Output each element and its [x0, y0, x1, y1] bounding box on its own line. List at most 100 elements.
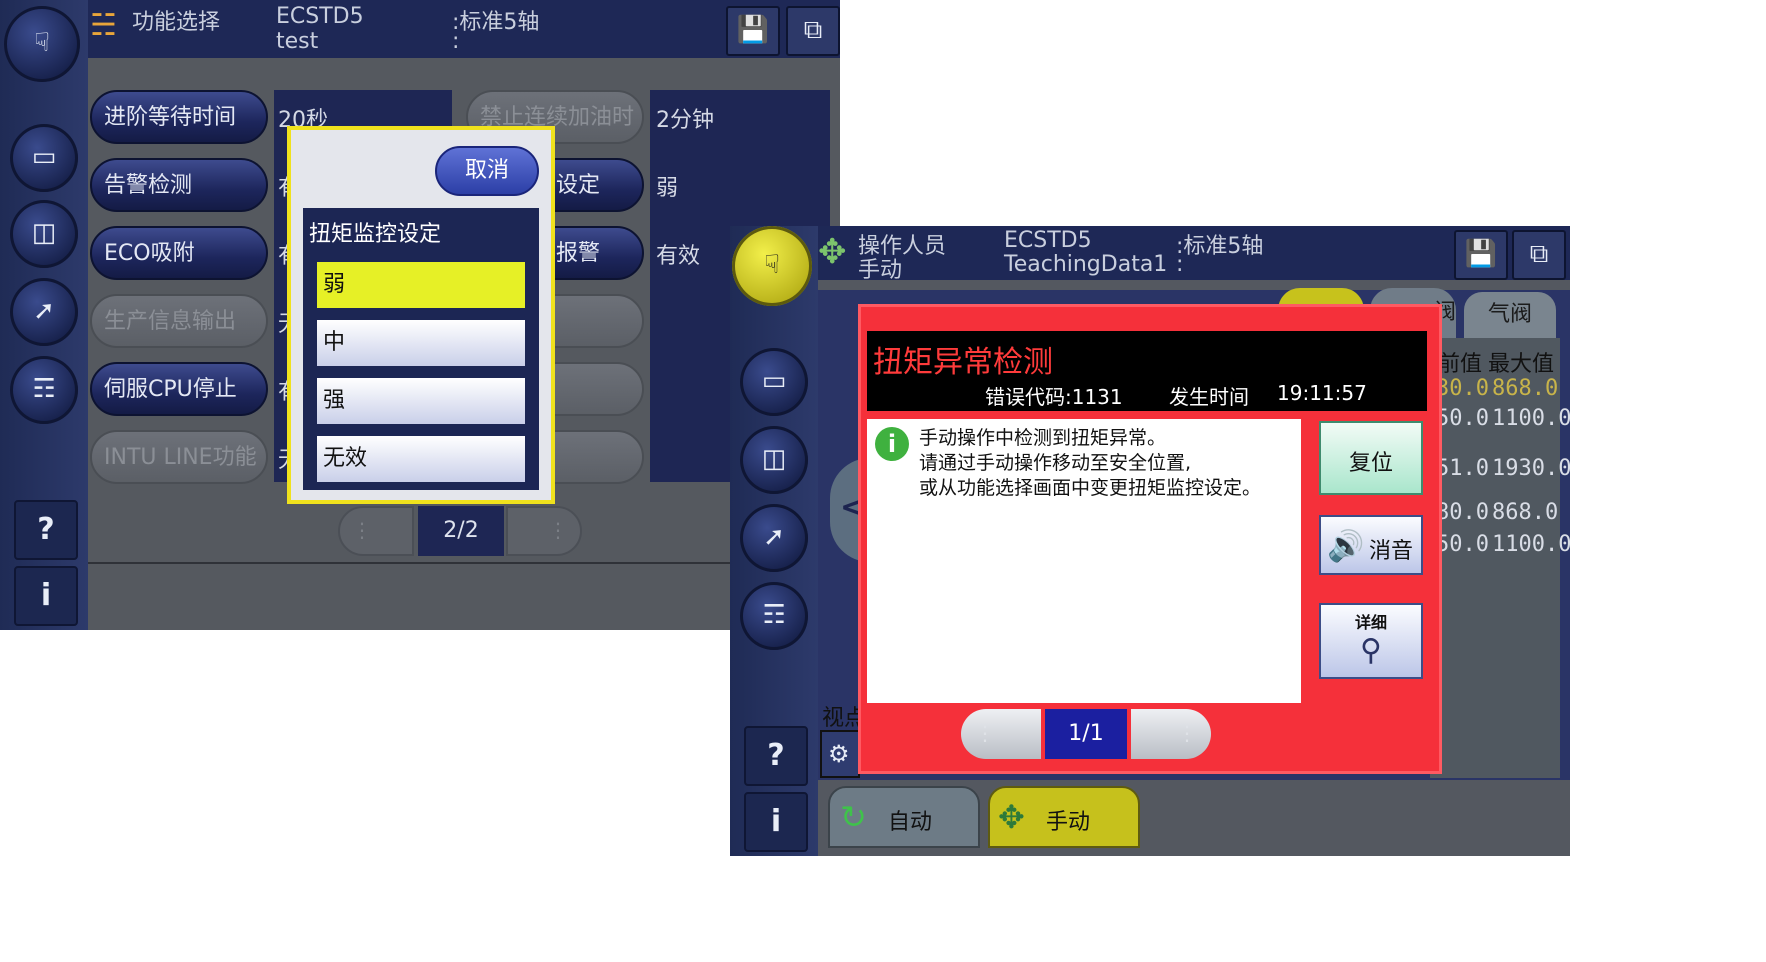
file-name: TeachingData1: [1004, 252, 1168, 277]
magnifier-icon: ⚲: [1360, 633, 1382, 668]
error-time-label: 发生时间: [1169, 385, 1249, 409]
hand-pointer-icon: ☟: [764, 250, 780, 280]
sidebar-layers-button[interactable]: ☶: [10, 356, 78, 424]
sidebar-layers-button[interactable]: ☶: [740, 582, 808, 650]
monitor-icon: ▭: [761, 366, 787, 396]
screen-manual-operation: ☟ ▭ ◫ ➚ ☶ ? i ✥ 操作人员 手动 ECSTD5 TeachingD…: [730, 226, 1570, 856]
sidebar-mold-button[interactable]: ◫: [10, 200, 78, 268]
prev-icon: ⋮: [975, 721, 995, 745]
function-button[interactable]: INTU LINE功能: [90, 430, 268, 484]
error-time-value: 19:11:57: [1277, 381, 1367, 405]
help-icon: ?: [767, 738, 785, 773]
info-circle-icon: i: [875, 427, 909, 461]
table-header-max: 最大值: [1488, 352, 1555, 377]
layers-icon: ☶: [32, 374, 56, 404]
sidebar-monitor-button[interactable]: ▭: [740, 348, 808, 416]
prev-icon: ⋮: [352, 518, 372, 542]
sidebar-mold-button[interactable]: ◫: [740, 426, 808, 494]
screen-function-select: ☟ ▭ ◫ ➚ ☶ ? i ☵ 功能选择 ECSTD5 test :标准5轴 :…: [0, 0, 840, 630]
function-value: 弱: [656, 176, 679, 201]
cancel-label: 取消: [464, 158, 509, 183]
reset-label: 复位: [1348, 451, 1393, 476]
function-tree-icon: ☵: [90, 8, 117, 43]
torque-setting-dialog: 取消 扭矩监控设定 弱中强无效: [287, 126, 555, 504]
pointer-icon: ➚: [763, 522, 785, 552]
mold-icon: ◫: [31, 218, 57, 248]
cancel-button[interactable]: 取消: [435, 146, 539, 196]
detail-label: 详细: [1354, 613, 1387, 632]
table-cell-max: 868.0: [1492, 376, 1559, 401]
tab-auto-label: 自动: [888, 810, 933, 835]
table-cell-current: 50.0: [1436, 406, 1489, 431]
reset-button[interactable]: 复位: [1319, 421, 1423, 495]
pager-indicator: 2/2: [418, 506, 504, 556]
error-pager-next-button[interactable]: ⋮: [1131, 709, 1211, 759]
model-name: ECSTD5: [1004, 228, 1092, 253]
torque-option[interactable]: 弱: [315, 260, 527, 310]
mode-label: 手动: [858, 258, 903, 283]
page-title: 功能选择: [132, 10, 221, 35]
function-button[interactable]: 伺服CPU停止: [90, 362, 268, 416]
tab-auto[interactable]: ↻ 自动: [828, 786, 980, 848]
copy-icon: ⧉: [1529, 239, 1549, 269]
torque-option[interactable]: 中: [315, 318, 527, 368]
function-button[interactable]: ECO吸附: [90, 226, 268, 280]
function-button[interactable]: 生产信息输出: [90, 294, 268, 348]
table-cell-current: 50.0: [1436, 532, 1489, 557]
save-button[interactable]: 💾: [726, 6, 780, 56]
function-button[interactable]: 告警检测: [90, 158, 268, 212]
pointer-icon: ➚: [33, 296, 55, 326]
table-cell-current: 51.0: [1436, 456, 1489, 481]
table-cell-max: 1930.0: [1492, 456, 1570, 481]
help-button[interactable]: ?: [744, 726, 808, 786]
axis-type: :标准5轴: [1176, 234, 1264, 259]
manual-move-icon: ✥: [998, 798, 1025, 836]
axis-type: :标准5轴: [452, 10, 540, 35]
torque-option[interactable]: 无效: [315, 434, 527, 484]
torque-option[interactable]: 强: [315, 376, 527, 426]
mute-button[interactable]: 🔊 消音: [1319, 515, 1423, 575]
error-pager-prev-button[interactable]: ⋮: [961, 709, 1041, 759]
help-button[interactable]: ?: [14, 500, 78, 560]
table-header-current: 前值: [1438, 352, 1483, 377]
sidebar-mode-button[interactable]: ☟: [4, 6, 80, 82]
mute-label: 消音: [1369, 539, 1414, 564]
sidebar-monitor-button[interactable]: ▭: [10, 124, 78, 192]
error-pager-text: 1/1: [1068, 721, 1104, 746]
viewpoint-button[interactable]: ⚙: [820, 730, 860, 778]
tab-air-valve[interactable]: 气阀: [1464, 292, 1556, 338]
function-value: 2分钟: [656, 108, 714, 133]
header: ☵ 功能选择 ECSTD5 test :标准5轴 : 💾 ⧉: [88, 0, 840, 58]
dialog-title: 扭矩监控设定: [309, 222, 442, 247]
table-cell-max: 1100.0: [1492, 406, 1570, 431]
detail-button[interactable]: 详细 ⚲: [1319, 603, 1423, 679]
info-icon: i: [40, 578, 52, 613]
copy-icon: ⧉: [803, 15, 823, 45]
save-button[interactable]: 💾: [1454, 230, 1508, 280]
copy-button[interactable]: ⧉: [786, 6, 840, 56]
tab-manual[interactable]: ✥ 手动: [988, 786, 1140, 848]
copy-button[interactable]: ⧉: [1512, 230, 1566, 280]
next-icon: ⋮: [1177, 721, 1197, 745]
sidebar-teach-button[interactable]: ➚: [10, 278, 78, 346]
error-title: 扭矩异常检测: [873, 345, 1053, 380]
error-message-line: 或从功能选择画面中变更扭矩监控设定。: [919, 477, 1262, 499]
error-code: 错误代码:1131: [985, 385, 1123, 409]
function-button[interactable]: 进阶等待时间: [90, 90, 268, 144]
info-button[interactable]: i: [14, 566, 78, 626]
sidebar-teach-button[interactable]: ➚: [740, 504, 808, 572]
info-button[interactable]: i: [744, 792, 808, 852]
error-title-bar: 扭矩异常检测 错误代码:1131 发生时间 19:11:57: [867, 331, 1427, 411]
file-name: test: [276, 29, 319, 54]
next-icon: ⋮: [548, 518, 568, 542]
cycle-icon: ↻: [840, 798, 867, 836]
torque-error-dialog: 扭矩异常检测 错误代码:1131 发生时间 19:11:57 i 手动操作中检测…: [858, 304, 1442, 774]
function-value: 有效: [656, 244, 701, 269]
save-icon: 💾: [736, 15, 770, 45]
axis-sub: :: [452, 29, 460, 54]
info-icon: i: [770, 804, 782, 839]
sidebar-mode-button[interactable]: ☟: [732, 226, 812, 306]
pager-prev-button[interactable]: ⋮: [338, 506, 414, 556]
pager-next-button[interactable]: ⋮: [506, 506, 582, 556]
table-cell-max: 1100.0: [1492, 532, 1570, 557]
